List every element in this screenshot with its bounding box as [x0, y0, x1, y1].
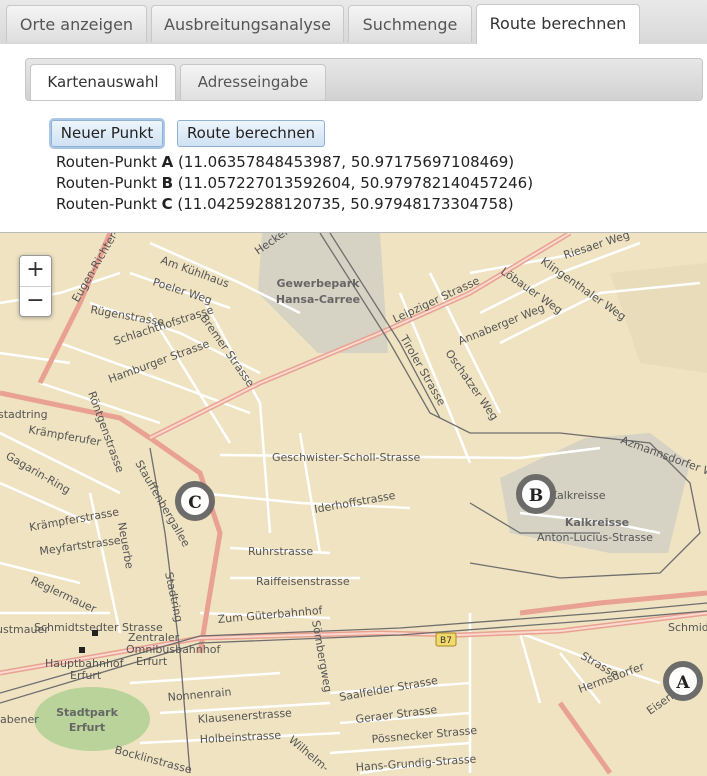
route-point-letter: C — [161, 195, 173, 213]
street-label: Geschwister-Scholl-Strasse — [272, 451, 421, 464]
street-label: stadtring — [0, 408, 48, 421]
street-label: Meyfartstrasse — [39, 534, 122, 558]
street-label: Kalkreisse — [550, 489, 606, 502]
street-label: Erfurt — [70, 669, 102, 682]
route-point-letter: A — [161, 153, 174, 171]
street-label: Iderhoffstrasse — [313, 489, 396, 516]
street-label: Holbeinstrasse — [199, 729, 281, 746]
sub-tab-bar: Kartenauswahl Adresseingabe — [25, 58, 703, 101]
street-label: Tiroler Strasse — [397, 332, 448, 408]
route-marker-b[interactable]: B — [516, 474, 556, 514]
street-label: Schmidt — [668, 621, 707, 634]
street-label: ustmauer — [0, 623, 49, 636]
street-label: Ruhrstrasse — [248, 545, 313, 558]
marker-label: C — [188, 493, 202, 513]
tab-suchmenge[interactable]: Suchmenge — [348, 5, 472, 42]
area-label: Kalkreisse — [565, 516, 629, 529]
street-label: abener — [0, 713, 39, 726]
route-panel: Kartenauswahl Adresseingabe Neuer Punkt … — [0, 44, 707, 233]
road-shield-label: B7 — [440, 636, 452, 646]
tab-orte-anzeigen[interactable]: Orte anzeigen — [6, 5, 147, 42]
route-point-prefix: Routen-Punkt — [56, 174, 162, 192]
street-label: Eugen-Richter-Strasse — [69, 233, 141, 305]
street-label: Krämpferufer — [27, 423, 102, 449]
main-tab-bar: Orte anzeigen Ausbreitungsanalyse Suchme… — [0, 0, 707, 45]
street-label: Leipziger Strasse — [391, 274, 482, 326]
street-label: Raiffeisenstrasse — [256, 575, 350, 588]
marker-label: B — [529, 486, 543, 506]
street-label: Saalfelder Strasse — [338, 674, 439, 704]
street-label: Hans-Grundig-Strasse — [355, 753, 477, 774]
area-label: Erfurt — [69, 721, 105, 734]
route-point-prefix: Routen-Punkt — [56, 195, 162, 213]
zoom-out-button[interactable]: − — [20, 287, 51, 317]
area-label: Hansa-Carree — [276, 293, 360, 306]
route-point-letter: B — [161, 174, 174, 192]
route-point-coords: (11.06357848453987, 50.97175697108469) — [173, 153, 515, 171]
street-label: Annaberger Weg — [456, 301, 546, 348]
street-label: Wilhelm- — [286, 733, 331, 774]
route-point-coords: (11.057227013592604, 50.979782140457246) — [173, 174, 534, 192]
station-icon — [79, 647, 85, 653]
street-label: Stadtring — [162, 571, 185, 623]
route-point-prefix: Routen-Punkt — [56, 153, 162, 171]
zoom-control: + − — [19, 255, 52, 317]
route-point-a: Routen-Punkt A (11.06357848453987, 50.97… — [56, 152, 533, 173]
zoom-in-button[interactable]: + — [20, 256, 51, 287]
area-label: Stadtpark — [56, 706, 118, 719]
street-label: Röntgenstrasse — [85, 390, 127, 475]
route-marker-a[interactable]: A — [663, 661, 703, 701]
street-label: Bocklinstrasse — [113, 743, 193, 776]
map-view[interactable]: Gewerbepark Hansa-Carree Kalkreisse Stad… — [0, 233, 707, 776]
tab-ausbreitungsanalyse[interactable]: Ausbreitungsanalyse — [151, 5, 344, 42]
new-point-button[interactable]: Neuer Punkt — [51, 120, 163, 147]
street-label: Geraer Strasse — [355, 703, 438, 726]
route-point-b: Routen-Punkt B (11.057227013592604, 50.9… — [56, 173, 533, 194]
map-canvas[interactable]: Gewerbepark Hansa-Carree Kalkreisse Stad… — [0, 233, 707, 776]
tab-kartenauswahl[interactable]: Kartenauswahl — [30, 64, 176, 100]
street-label: Erfurt — [136, 655, 168, 668]
street-label: Zum Güterbahnhof — [217, 604, 324, 626]
route-point-coords: (11.04259288120735, 50.97948173304758) — [172, 195, 514, 213]
route-point-c: Routen-Punkt C (11.04259288120735, 50.97… — [56, 194, 533, 215]
area-label: Gewerbepark — [277, 277, 361, 290]
street-label: Krämpferstrasse — [28, 505, 120, 534]
street-label: Nonnenrain — [167, 685, 232, 704]
marker-label: A — [675, 673, 690, 693]
tab-route-berechnen[interactable]: Route berechnen — [476, 4, 640, 44]
route-marker-c[interactable]: C — [175, 481, 215, 521]
calculate-route-button[interactable]: Route berechnen — [177, 120, 325, 147]
street-label: Riesaer Weg — [562, 233, 631, 262]
route-point-list: Routen-Punkt A (11.06357848453987, 50.97… — [56, 152, 533, 215]
street-label: Anton-Lucius-Strasse — [537, 531, 653, 544]
tab-adresseingabe[interactable]: Adresseingabe — [180, 64, 326, 100]
station-icon — [92, 630, 98, 636]
area-stadtpark — [34, 687, 150, 751]
